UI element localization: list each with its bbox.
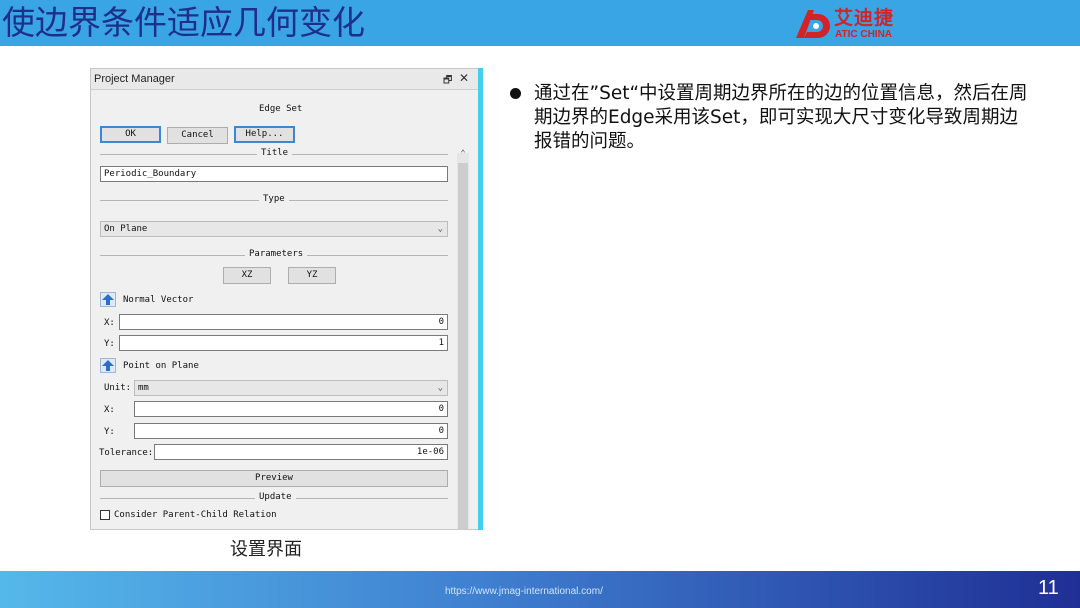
unit-select-value: mm [138,383,149,393]
scroll-up-icon[interactable]: ⌃ [457,149,469,159]
normal-vector-label: Normal Vector [123,295,194,305]
point-y-input[interactable]: 0 [134,423,448,439]
chevron-down-icon: ⌄ [437,383,443,393]
ok-button[interactable]: OK [100,126,161,143]
point-x-label: X: [104,405,115,415]
edge-set-form: Edge Set OK Cancel Help... Title Periodi… [91,90,456,530]
bullet-icon [510,88,521,99]
footer-url-prefix: https:// [445,586,476,597]
collapse-normal-vector-icon[interactable] [100,292,116,307]
scrollbar-thumb[interactable] [458,163,468,529]
type-select[interactable]: On Plane ⌄ [100,221,448,237]
preview-button[interactable]: Preview [100,470,448,487]
bullet-text: 通过在”Set“中设置周期边界所在的边的位置信息，然后在周期边界的Edge采用该… [534,83,1028,152]
close-icon[interactable]: ✕ [459,71,469,85]
cancel-button[interactable]: Cancel [167,127,228,144]
logo-english-text: ATIC CHINA [835,29,893,40]
tolerance-input[interactable]: 1e-06 [154,444,448,460]
point-x-input[interactable]: 0 [134,401,448,417]
title-input[interactable]: Periodic_Boundary [100,166,448,182]
chevron-down-icon: ⌄ [437,224,443,234]
normal-vector-y-label: Y: [104,339,115,349]
float-window-icon[interactable]: 🗗 [443,73,452,90]
consider-parent-child-checkbox[interactable] [100,510,110,520]
unit-label: Unit: [104,383,132,393]
title-bar: 使边界条件适应几何变化 艾迪捷 ATIC CHINA [0,0,1080,46]
unit-select[interactable]: mm ⌄ [134,380,448,396]
help-button[interactable]: Help... [234,126,295,143]
collapse-point-on-plane-icon[interactable] [100,358,116,373]
accent-line [478,68,483,530]
page-number: 11 [1038,577,1059,599]
point-y-label: Y: [104,427,115,437]
update-section-label: Update [255,492,296,502]
project-manager-panel: Project Manager 🗗 ✕ Edge Set OK Cancel H… [90,68,482,530]
panel-header: Project Manager 🗗 ✕ [91,69,481,90]
normal-vector-x-label: X: [104,318,115,328]
logo-chinese-text: 艾迪捷 [834,7,895,29]
type-select-value: On Plane [104,224,148,234]
vertical-scrollbar[interactable]: ⌃ [457,149,469,529]
screenshot-caption: 设置界面 [230,539,302,560]
type-section-label: Type [259,194,289,204]
panel-title: Project Manager [94,73,175,85]
normal-vector-x-input[interactable]: 0 [119,314,448,330]
tolerance-label: Tolerance: [99,448,154,458]
point-on-plane-label: Point on Plane [123,361,199,371]
atic-logo-icon [796,10,830,38]
footer-bar: https://www.jmag-international.com/ 11 [0,571,1080,608]
footer-url-link[interactable]: www.jmag-international.com/ [475,586,603,597]
brand-logo: 艾迪捷 ATIC CHINA [794,8,914,40]
consider-parent-child-label: Consider Parent-Child Relation [114,510,277,520]
xz-button[interactable]: XZ [223,267,271,284]
yz-button[interactable]: YZ [288,267,336,284]
normal-vector-y-input[interactable]: 1 [119,335,448,351]
slide-title: 使边界条件适应几何变化 [2,3,365,42]
title-section-label: Title [257,148,293,158]
dialog-heading: Edge Set [259,104,303,114]
footer-url: https://www.jmag-international.com/ [445,586,603,597]
parameters-section-label: Parameters [245,249,308,259]
